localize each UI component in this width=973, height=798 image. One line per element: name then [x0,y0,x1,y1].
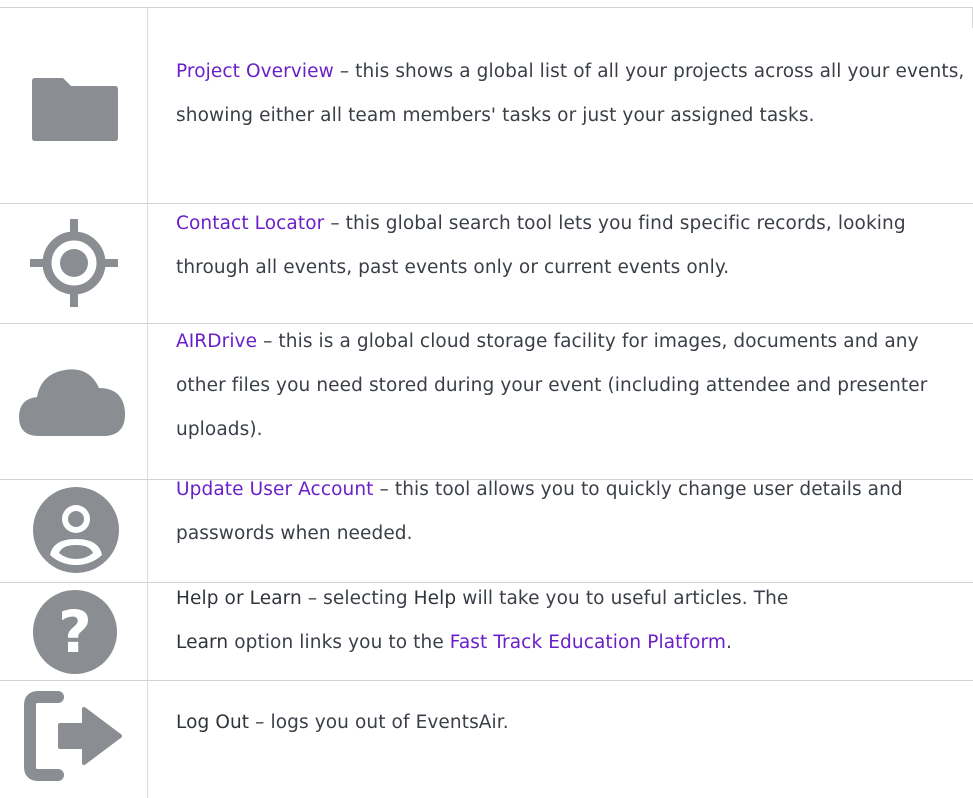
contact-locator-link[interactable]: Contact Locator [176,213,324,234]
log-out-title: Log Out [176,712,250,733]
help-word: Help [413,588,457,609]
table-top-border [0,7,973,8]
project-overview-link[interactable]: Project Overview [176,61,334,82]
row-description: Update User Account – this tool allows y… [176,468,966,556]
row-description: AIRDrive – this is a global cloud storag… [176,320,966,452]
learn-word: Learn [176,632,229,653]
icon-cell [0,324,147,479]
table-row-log-out: Log Out – logs you out of EventsAir. [0,681,973,798]
row-description-text: . [726,632,733,653]
row-description-text: will take you to useful articles. The [456,588,789,609]
airdrive-link[interactable]: AIRDrive [176,331,257,352]
icon-cell [0,54,147,203]
cloud-icon [19,369,126,436]
help-or-learn-title: Help or Learn [176,588,302,609]
table-row-help-or-learn: ? Help or Learn – selecting Help will ta… [0,583,973,680]
row-description-text: – this is a global cloud storage facilit… [176,331,928,440]
update-user-account-link[interactable]: Update User Account [176,479,374,500]
row-description: Help or Learn – selecting Help will take… [176,577,966,665]
folder-icon [32,78,118,141]
icon-cell [0,204,147,323]
row-description: Contact Locator – this global search too… [176,202,966,290]
icon-cell [0,681,147,798]
table-row-airdrive: AIRDrive – this is a global cloud storag… [0,324,973,479]
icon-cell: ? [0,583,147,680]
target-icon [30,219,118,307]
row-description-text: – selecting [301,588,414,609]
table-row-contact-locator: Contact Locator – this global search too… [0,204,973,323]
icon-cell [0,480,147,582]
account-icon [33,487,119,573]
row-description-text: – logs you out of EventsAir. [249,712,509,733]
logout-icon [24,691,122,781]
row-description: Log Out – logs you out of EventsAir. [176,701,966,745]
svg-text:?: ? [58,598,92,666]
help-icon: ? [33,590,117,674]
feature-table: Project Overview – this shows a global l… [0,0,973,798]
row-description: Project Overview – this shows a global l… [176,50,966,138]
table-row-project-overview: Project Overview – this shows a global l… [0,54,973,203]
row-description-text: option links you to the [228,632,450,653]
table-row-update-user-account: Update User Account – this tool allows y… [0,479,973,582]
fast-track-education-platform-link[interactable]: Fast Track Education Platform [450,632,726,653]
